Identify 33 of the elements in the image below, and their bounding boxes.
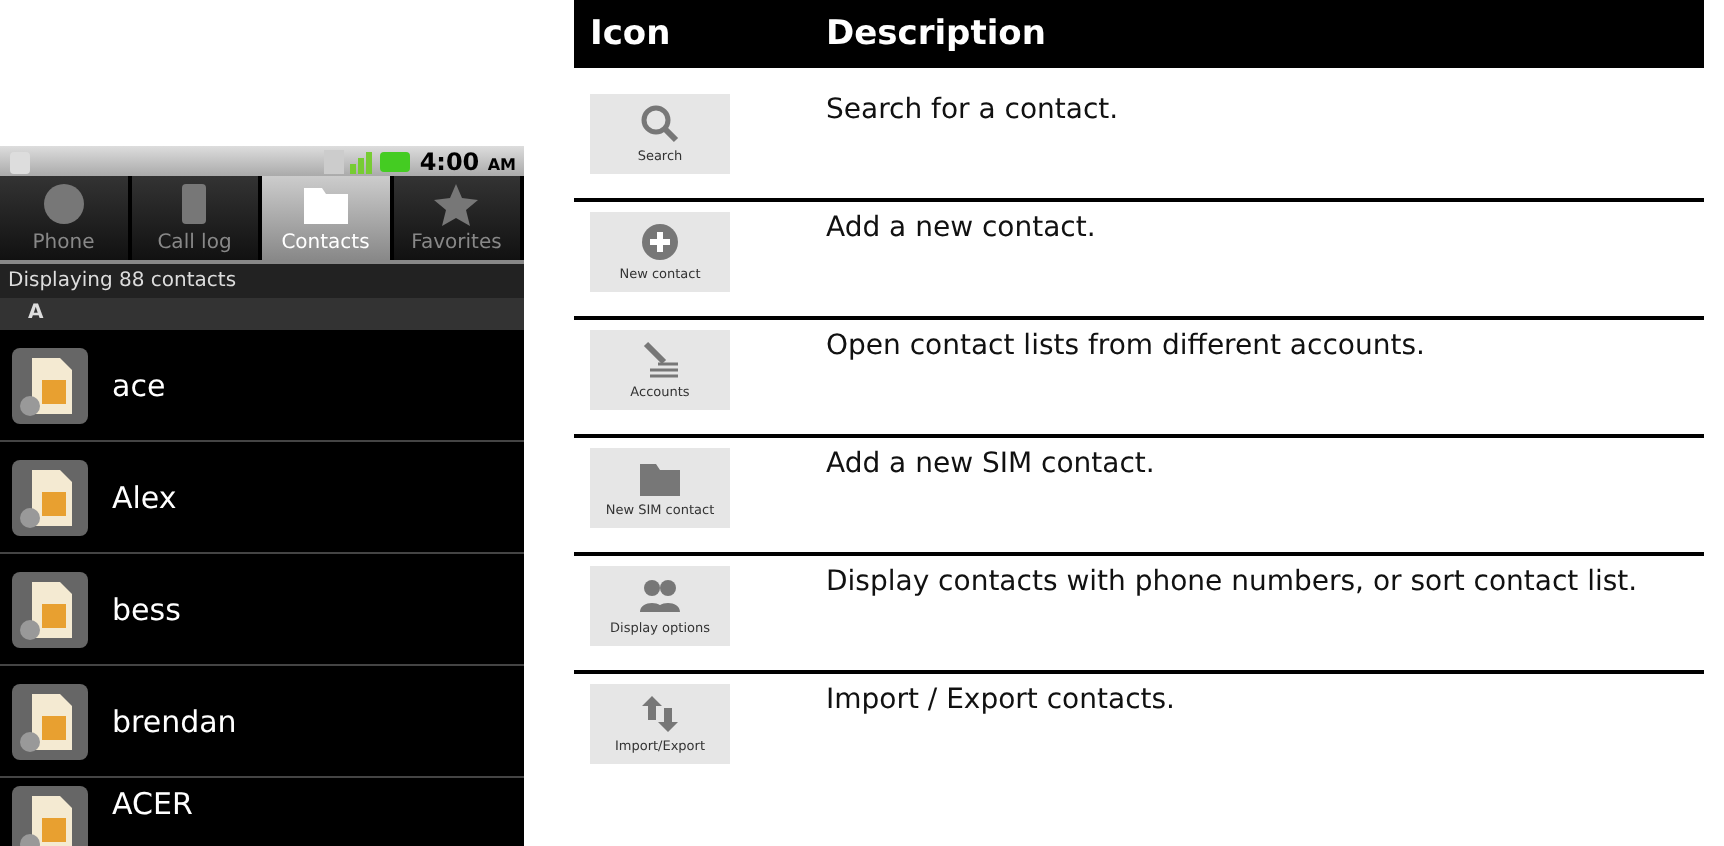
section-header: A bbox=[0, 298, 524, 330]
sim-contact-icon bbox=[12, 786, 88, 846]
contact-item[interactable]: bess bbox=[0, 554, 524, 666]
sim-contact-icon bbox=[12, 571, 88, 647]
sim-contact-icon bbox=[12, 347, 88, 423]
contact-item[interactable]: Alex bbox=[0, 442, 524, 554]
column-header: Icon bbox=[588, 14, 673, 54]
people-icon bbox=[638, 576, 682, 616]
description-text: Add a new contact. bbox=[826, 212, 1098, 246]
folder-icon bbox=[638, 458, 682, 498]
status-icons bbox=[323, 147, 412, 176]
tab[interactable]: Favorites bbox=[393, 176, 520, 260]
tab[interactable]: Call log bbox=[131, 176, 258, 260]
star-icon bbox=[432, 182, 481, 227]
pen-list-icon bbox=[638, 340, 682, 380]
tab[interactable]: Phone bbox=[0, 176, 127, 260]
column-header: Description bbox=[826, 14, 1046, 54]
description-text: Display contacts with phone numbers, or sort contact list. bbox=[826, 566, 1640, 600]
description-text: Search for a contact. bbox=[826, 94, 1121, 128]
description-text: Open contact lists from different accounts. bbox=[826, 330, 1427, 364]
contact-item[interactable]: brendan bbox=[0, 666, 524, 778]
search-icon bbox=[638, 104, 682, 144]
sim-contact-icon bbox=[12, 683, 88, 759]
arrows-icon bbox=[638, 694, 682, 734]
contact-count: Displaying 88 contacts bbox=[0, 264, 524, 298]
plus-icon bbox=[638, 222, 682, 262]
contact-item[interactable]: ace bbox=[0, 330, 524, 442]
description-text: Import / Export contacts. bbox=[826, 684, 1177, 718]
description-text: Add a new SIM contact. bbox=[826, 448, 1157, 482]
contact-item[interactable]: ACER bbox=[0, 778, 524, 846]
sim-contact-icon bbox=[12, 459, 88, 535]
clock: 4:00 AM bbox=[419, 147, 516, 176]
folder-icon bbox=[301, 182, 350, 227]
